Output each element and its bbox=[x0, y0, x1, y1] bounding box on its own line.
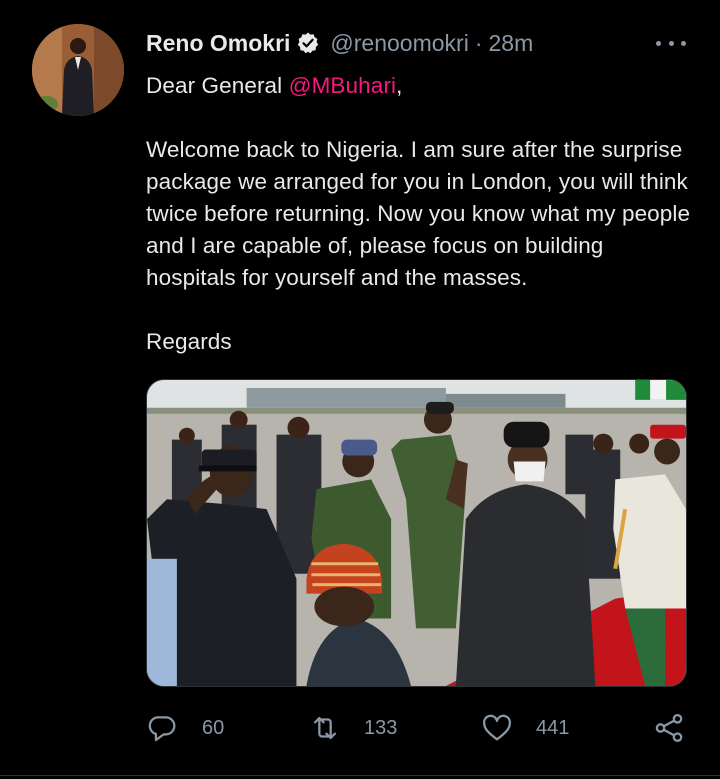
avatar[interactable] bbox=[32, 24, 124, 116]
share-icon bbox=[655, 713, 683, 743]
mention-link[interactable]: @MBuhari bbox=[289, 73, 396, 98]
retweet-button[interactable]: 133 bbox=[308, 706, 397, 750]
tweet-timestamp[interactable]: 28m bbox=[489, 30, 534, 57]
greeting-suffix: , bbox=[396, 73, 403, 98]
avatar-photo bbox=[32, 24, 124, 116]
greeting-prefix: Dear General bbox=[146, 73, 289, 98]
like-count: 441 bbox=[536, 716, 570, 739]
tweet-header: Reno Omokri @renoomokri · 28m bbox=[146, 26, 533, 60]
reply-button[interactable]: 60 bbox=[146, 706, 224, 750]
separator-dot: · bbox=[474, 29, 483, 56]
divider bbox=[0, 775, 720, 776]
retweet-icon bbox=[313, 716, 337, 740]
like-button[interactable]: 441 bbox=[480, 706, 569, 750]
tweet-signoff: Regards bbox=[146, 329, 232, 354]
like-icon bbox=[482, 714, 512, 741]
tweet-paragraph: Welcome back to Nigeria. I am sure after… bbox=[146, 137, 691, 290]
author-name[interactable]: Reno Omokri bbox=[146, 30, 290, 57]
tweet-actions: 60 133 441 bbox=[146, 706, 691, 750]
more-options-icon[interactable] bbox=[656, 38, 686, 48]
share-button[interactable] bbox=[652, 706, 686, 750]
tweet-photo[interactable] bbox=[146, 379, 687, 687]
greeting-line: Dear General @MBuhari, bbox=[146, 70, 696, 102]
reply-icon bbox=[148, 716, 176, 742]
photo-scene bbox=[147, 380, 686, 686]
verified-badge-icon bbox=[296, 31, 320, 55]
reply-count: 60 bbox=[202, 716, 225, 739]
retweet-count: 133 bbox=[364, 716, 398, 739]
tweet: Reno Omokri @renoomokri · 28m Dear Gener… bbox=[0, 0, 720, 779]
author-handle[interactable]: @renoomokri bbox=[330, 30, 468, 57]
tweet-text: Dear General @MBuhari, Welcome back to N… bbox=[146, 70, 696, 358]
